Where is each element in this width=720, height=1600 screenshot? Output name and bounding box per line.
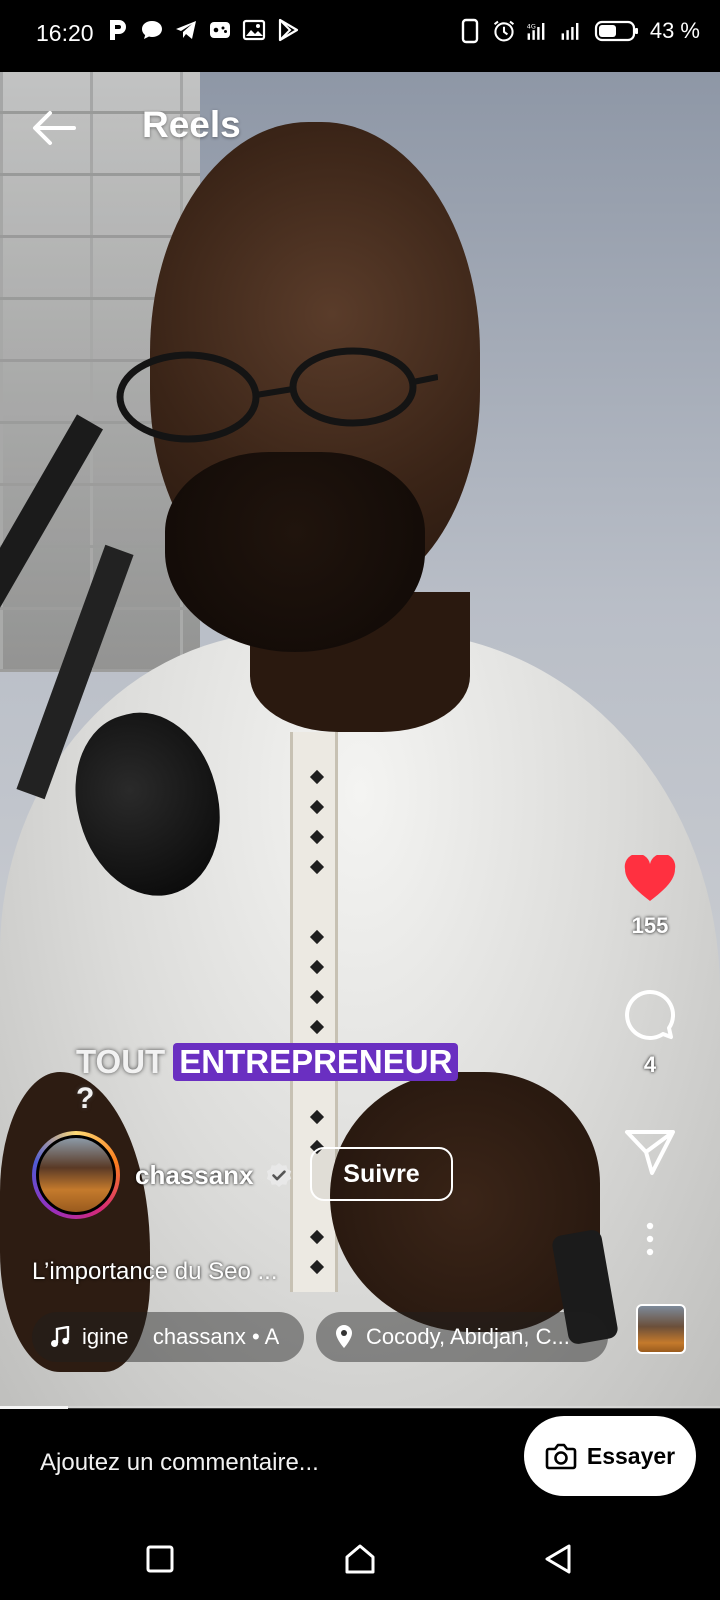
audio-chip[interactable]: igine chassanx • A: [32, 1312, 304, 1362]
paper-plane-icon: [625, 1130, 675, 1175]
arrow-left-icon: [33, 111, 76, 145]
recents-square-icon: [146, 1545, 174, 1573]
caption-question-mark: ?: [76, 1082, 95, 1115]
comment-input[interactable]: Ajoutez un commentaire...: [40, 1449, 319, 1477]
signal-icon: [560, 19, 584, 43]
status-bar: 16:20 4G 43 %: [0, 0, 720, 72]
comment-icon: [625, 989, 675, 1040]
location-pin-icon: [336, 1325, 352, 1348]
like-button[interactable]: 155: [620, 855, 680, 939]
caption-highlight-word: ENTREPRENEUR: [173, 1043, 459, 1081]
battery-percent: 43 %: [649, 18, 700, 43]
back-triangle-icon: [545, 1544, 571, 1574]
try-camera-button[interactable]: Essayer: [524, 1416, 696, 1496]
comment-bar: Ajoutez un commentaire... Essayer: [0, 1409, 720, 1519]
notification-icons: [106, 18, 300, 42]
avatar[interactable]: [32, 1131, 120, 1219]
username[interactable]: chassanx: [135, 1160, 254, 1191]
comment-button[interactable]: 4: [620, 988, 680, 1078]
comment-count: 4: [643, 1052, 657, 1077]
like-count: 155: [631, 913, 669, 938]
try-label: Essayer: [586, 1442, 676, 1469]
play-store-icon: [276, 18, 300, 42]
more-vertical-icon: [646, 1222, 654, 1256]
location-chip[interactable]: Cocody, Abidjan, C...: [316, 1312, 608, 1362]
home-button[interactable]: [338, 1537, 382, 1581]
heart-filled-icon: [624, 855, 676, 901]
reel-video[interactable]: [0, 72, 720, 1408]
page-title: Reels: [142, 104, 241, 145]
audio-thumbnail[interactable]: [636, 1304, 686, 1354]
camera-icon: [545, 1443, 577, 1470]
reel-description[interactable]: L’importance du Seo ...: [32, 1258, 277, 1286]
audio-label: igine chassanx • A: [82, 1324, 280, 1349]
game-icon: [208, 18, 232, 42]
telegram-icon: [174, 18, 198, 42]
verified-badge-icon: [266, 1163, 292, 1187]
battery-icon: [594, 19, 640, 43]
system-nav-bar: [0, 1519, 720, 1600]
chat-bubble-icon: [140, 18, 164, 42]
svg-text:4G: 4G: [527, 23, 536, 31]
back-nav-button[interactable]: [536, 1537, 580, 1581]
follow-button[interactable]: Suivre: [310, 1147, 453, 1201]
status-time: 16:20: [36, 20, 94, 46]
phone-outline-icon: [458, 18, 482, 44]
share-button[interactable]: [620, 1128, 680, 1176]
music-note-icon: [51, 1326, 70, 1347]
home-icon: [345, 1544, 375, 1574]
image-icon: [242, 18, 266, 42]
beard: [165, 452, 425, 652]
caption-word: TOUT: [76, 1043, 166, 1080]
p-icon: [106, 18, 130, 42]
video-caption: TOUT ENTREPRENEUR: [76, 1043, 459, 1081]
recents-button[interactable]: [138, 1537, 182, 1581]
alarm-icon: [492, 19, 516, 43]
more-options-button[interactable]: [620, 1222, 680, 1256]
glasses: [116, 347, 438, 443]
signal-icon: 4G: [526, 19, 550, 43]
back-button[interactable]: [30, 108, 78, 148]
system-status-icons: 4G 43 %: [458, 18, 700, 44]
location-label: Cocody, Abidjan, C...: [366, 1324, 570, 1349]
